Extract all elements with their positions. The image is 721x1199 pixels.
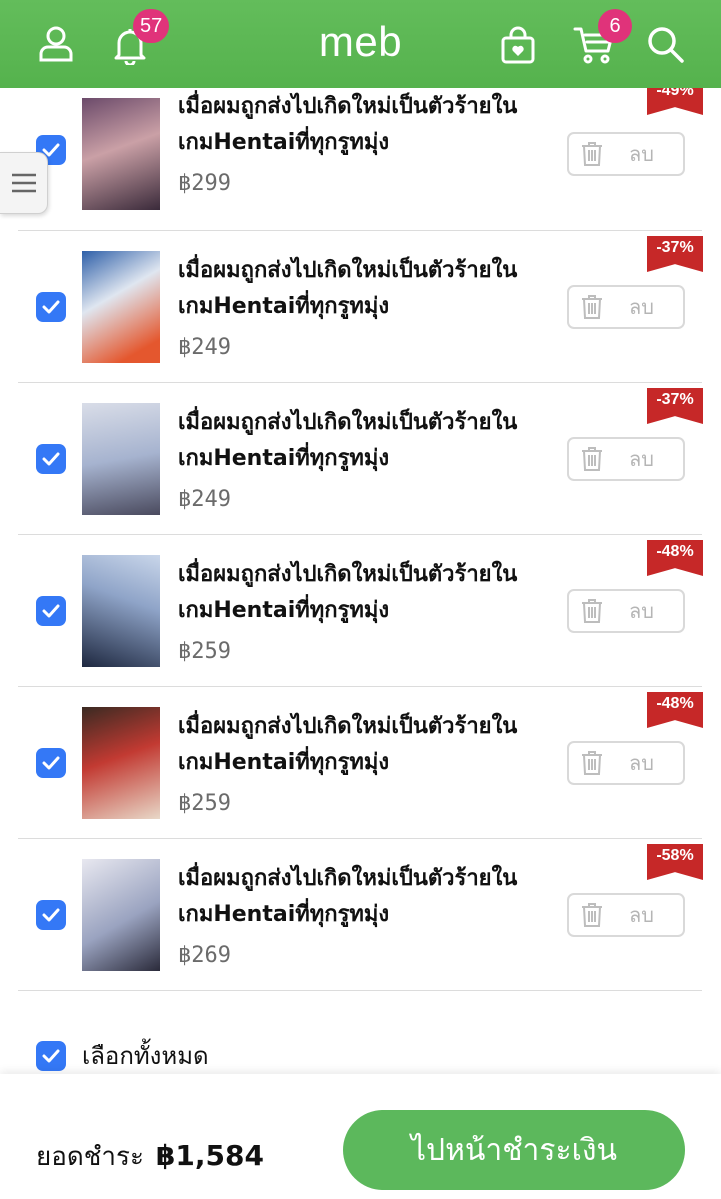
item-price: ฿259 [178,639,231,664]
checkmark-icon [42,1049,60,1062]
trash-icon [582,751,602,775]
cart-count-badge: 6 [598,9,632,43]
trash-icon [582,903,602,927]
trash-icon [582,142,602,166]
book-cover[interactable] [82,707,160,819]
item-title[interactable]: เมื่อผมถูกส่งไปเกิดใหม่เป็นตัวร้ายในเกมH… [178,253,528,329]
book-cover[interactable] [82,403,160,515]
discount-ribbon: -58% [647,844,703,880]
book-cover[interactable] [82,859,160,971]
checkout-bar: ยอดชำระ ฿1,584 ไปหน้าชำระเงิน [0,1074,721,1199]
top-bar: 57 meb 6 [0,0,721,88]
cart-item: เมื่อผมถูกส่งไปเกิดใหม่เป็นตัวร้ายในเกมH… [18,383,703,535]
checkmark-icon [42,908,60,922]
select-all-checkbox[interactable] [36,1040,66,1071]
book-cover[interactable] [82,251,160,363]
trash-icon [582,599,602,623]
trash-icon [582,447,602,471]
item-title[interactable]: เมื่อผมถูกส่งไปเกิดใหม่เป็นตัวร้ายในเกมH… [178,709,528,785]
side-menu-tab[interactable] [0,152,48,214]
delete-button[interactable]: ลบ [567,589,685,633]
delete-button[interactable]: ลบ [567,741,685,785]
checkmark-icon [42,604,60,618]
book-cover[interactable] [82,98,160,210]
item-price: ฿299 [178,171,231,196]
select-all-row[interactable]: เลือกทั้งหมด [36,1036,209,1075]
cart-item: เมื่อผมถูกส่งไปเกิดใหม่เป็นตัวร้ายในเกมH… [18,839,703,991]
item-checkbox[interactable] [36,596,66,626]
checkout-button[interactable]: ไปหน้าชำระเงิน [343,1110,685,1190]
cart-item: เมื่อผมถูกส่งไปเกิดใหม่เป็นตัวร้ายในเกมH… [18,79,703,231]
checkmark-icon [42,756,60,770]
cart-item: เมื่อผมถูกส่งไปเกิดใหม่เป็นตัวร้ายในเกมH… [18,231,703,383]
delete-button[interactable]: ลบ [567,437,685,481]
search-icon[interactable] [646,24,686,66]
total-label: ยอดชำระ [36,1142,144,1172]
discount-ribbon: -37% [647,236,703,272]
total-amount: ฿1,584 [155,1139,264,1172]
item-checkbox[interactable] [36,292,66,322]
item-checkbox[interactable] [36,444,66,474]
cart-item: เมื่อผมถูกส่งไปเกิดใหม่เป็นตัวร้ายในเกมH… [18,687,703,839]
item-price: ฿249 [178,335,231,360]
item-title[interactable]: เมื่อผมถูกส่งไปเกิดใหม่เป็นตัวร้ายในเกมH… [178,89,528,165]
discount-ribbon: -48% [647,692,703,728]
item-price: ฿259 [178,791,231,816]
item-checkbox[interactable] [36,900,66,930]
item-checkbox[interactable] [36,748,66,778]
checkmark-icon [42,300,60,314]
select-all-label: เลือกทั้งหมด [82,1042,209,1070]
menu-icon [11,173,36,193]
delete-button[interactable]: ลบ [567,132,685,176]
total-summary: ยอดชำระ ฿1,584 [36,1136,264,1177]
basket-icon[interactable] [498,24,538,66]
trash-icon [582,295,602,319]
discount-ribbon: -37% [647,388,703,424]
item-title[interactable]: เมื่อผมถูกส่งไปเกิดใหม่เป็นตัวร้ายในเกมH… [178,861,528,937]
book-cover[interactable] [82,555,160,667]
discount-ribbon: -48% [647,540,703,576]
item-title[interactable]: เมื่อผมถูกส่งไปเกิดใหม่เป็นตัวร้ายในเกมH… [178,405,528,481]
cart-item: เมื่อผมถูกส่งไปเกิดใหม่เป็นตัวร้ายในเกมH… [18,535,703,687]
delete-button[interactable]: ลบ [567,285,685,329]
delete-button[interactable]: ลบ [567,893,685,937]
checkmark-icon [42,452,60,466]
item-price: ฿249 [178,487,231,512]
item-price: ฿269 [178,943,231,968]
item-title[interactable]: เมื่อผมถูกส่งไปเกิดใหม่เป็นตัวร้ายในเกมH… [178,557,528,633]
